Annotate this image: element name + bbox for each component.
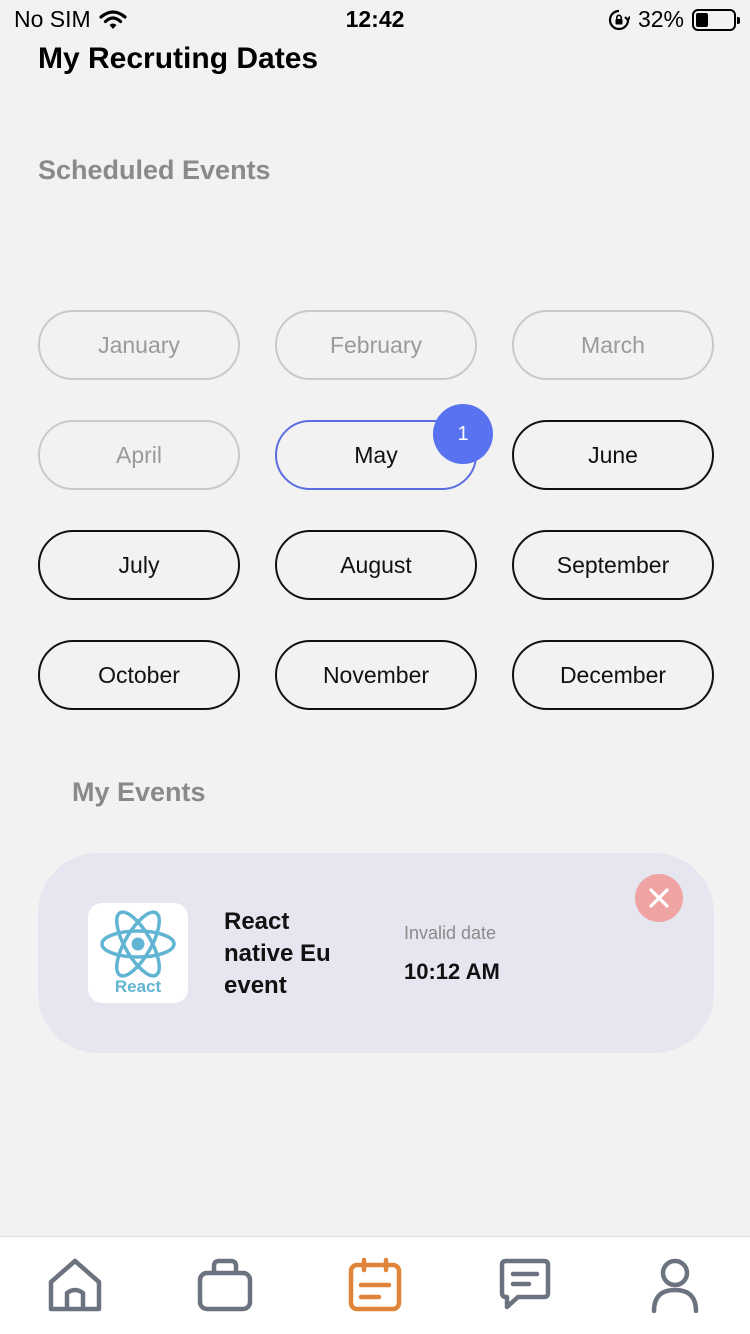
tab-profile[interactable]: [645, 1255, 705, 1315]
profile-icon: [651, 1258, 699, 1313]
month-button-march[interactable]: March: [512, 310, 714, 380]
month-button-july[interactable]: July: [38, 530, 240, 600]
event-name: React native Eu event: [224, 908, 331, 999]
month-button-september[interactable]: September: [512, 530, 714, 600]
react-logo-icon: [100, 910, 176, 978]
tab-bar: [0, 1236, 750, 1334]
orientation-lock-icon: [608, 9, 630, 30]
battery-percent: 32%: [637, 6, 684, 32]
month-label: March: [581, 331, 645, 358]
month-label: April: [115, 441, 162, 468]
month-button-february[interactable]: February: [275, 310, 477, 380]
page-title: My Recruting Dates: [38, 42, 319, 75]
month-button-november[interactable]: November: [275, 640, 477, 710]
tab-home[interactable]: [45, 1255, 105, 1315]
month-label: February: [329, 331, 423, 358]
month-button-january[interactable]: January: [38, 310, 240, 380]
tab-calendar[interactable]: [345, 1255, 405, 1315]
event-logo: React: [88, 903, 188, 1003]
event-date: Invalid date: [404, 923, 497, 943]
month-button-april[interactable]: April: [38, 420, 240, 490]
month-label: November: [322, 661, 430, 688]
calendar-icon: [348, 1257, 402, 1312]
battery-level: [696, 12, 708, 27]
month-button-june[interactable]: June: [512, 420, 714, 490]
my-events-title: My Events: [72, 777, 206, 807]
delete-event-button[interactable]: [635, 874, 683, 922]
briefcase-icon: [197, 1258, 253, 1312]
event-card[interactable]: React React native Eu event Invalid date…: [38, 853, 714, 1053]
status-right: 32%: [608, 6, 740, 33]
month-label: August: [340, 551, 412, 578]
month-label: December: [559, 661, 667, 688]
event-count-badge: 1: [433, 404, 493, 464]
tab-jobs[interactable]: [195, 1255, 255, 1315]
month-button-august[interactable]: August: [275, 530, 477, 600]
tab-messages[interactable]: [495, 1255, 555, 1315]
chat-icon: [499, 1258, 551, 1310]
month-label: May: [354, 441, 398, 468]
month-button-october[interactable]: October: [38, 640, 240, 710]
event-time: 10:12 AM: [404, 959, 500, 984]
month-label: January: [98, 331, 180, 358]
status-bar: No SIM 12:42 32%: [0, 0, 750, 42]
month-button-may[interactable]: May 1: [275, 404, 493, 490]
battery-icon: [692, 8, 740, 31]
close-icon: [649, 888, 669, 908]
month-button-december[interactable]: December: [512, 640, 714, 710]
home-icon: [48, 1258, 102, 1312]
scheduled-events-title: Scheduled Events: [38, 155, 271, 185]
month-label: July: [118, 551, 160, 578]
event-logo-text: React: [114, 977, 162, 996]
month-grid: January February March April May 1 June July Aug…: [38, 310, 714, 710]
month-label: October: [98, 661, 180, 688]
month-label: September: [556, 551, 670, 578]
month-label: June: [588, 441, 638, 468]
